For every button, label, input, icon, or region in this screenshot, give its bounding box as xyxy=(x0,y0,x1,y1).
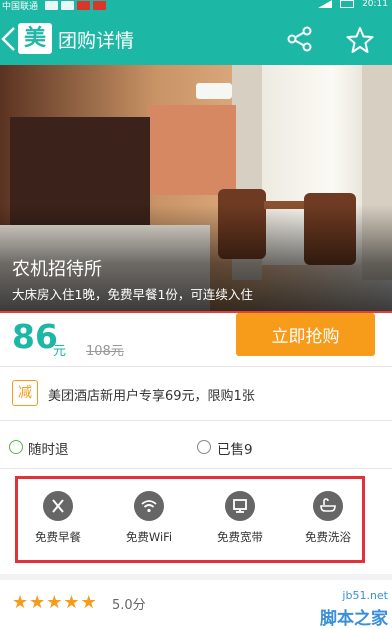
hotel-name: 农机招待所 xyxy=(12,259,102,280)
user-icon xyxy=(197,440,211,454)
status-right: 20:11 xyxy=(318,0,388,9)
notification-icons xyxy=(45,1,106,10)
divider xyxy=(0,468,392,469)
refund-policy: 随时退 xyxy=(28,442,69,458)
meituan-logo: 美 xyxy=(18,23,52,54)
amenity-label: 免费洗浴 xyxy=(305,530,351,544)
share-icon[interactable] xyxy=(287,26,313,52)
amenity-label: 免费宽带 xyxy=(217,530,263,544)
title-bar: 美 团购详情 xyxy=(0,12,392,65)
star-icon: ★ xyxy=(29,592,47,613)
star-icon: ★ xyxy=(80,592,98,613)
hotel-photo[interactable]: 农机招待所 大床房入住1晚，免费早餐1份，可连续入住 xyxy=(0,65,392,311)
notification-icon xyxy=(61,1,74,10)
favorite-star-icon[interactable] xyxy=(346,26,374,54)
amenity-label: 免费WiFi xyxy=(125,530,173,544)
amenity-label: 免费早餐 xyxy=(35,530,81,544)
monitor-icon xyxy=(233,499,247,513)
amenity-wifi: 免费WiFi xyxy=(113,491,185,545)
signal-icon xyxy=(318,0,333,8)
watermark-name: 脚本之家 xyxy=(320,609,388,629)
page-title: 团购详情 xyxy=(58,30,135,52)
amenity-bath: 免费洗浴 xyxy=(292,491,364,545)
battery-icon xyxy=(340,0,355,8)
star-icon: ★ xyxy=(46,592,64,613)
rating-score: 5.0分 xyxy=(112,598,146,613)
wifi-icon xyxy=(141,500,157,513)
bathtub-icon xyxy=(320,498,336,512)
utensils-icon xyxy=(52,499,64,513)
promo-text: 美团酒店新用户专享69元，限购1张 xyxy=(48,389,255,404)
divider xyxy=(0,420,392,421)
amenity-broadband: 免费宽带 xyxy=(204,491,276,545)
notification-icon xyxy=(45,1,58,10)
buy-now-button[interactable]: 立即抢购 xyxy=(236,313,375,356)
back-arrow-icon[interactable] xyxy=(0,26,18,52)
carrier-label: 中国联通 xyxy=(2,2,39,12)
original-price: 108元 xyxy=(86,344,124,359)
status-bar: 中国联通 20:11 xyxy=(0,0,392,12)
rating-stars: ★★★★★ xyxy=(12,592,98,613)
discount-badge: 减 xyxy=(12,380,38,406)
current-price: 86 xyxy=(12,317,58,356)
notification-icon xyxy=(77,1,90,10)
amenities-panel: 免费早餐 免费WiFi 免费宽带 免费洗浴 xyxy=(15,476,365,563)
notification-icon xyxy=(93,1,106,10)
star-icon: ★ xyxy=(12,592,30,613)
watermark-url: jb51.net xyxy=(342,589,388,602)
divider xyxy=(0,366,392,367)
price-unit: 元 xyxy=(53,344,67,359)
star-icon: ★ xyxy=(63,592,81,613)
amenity-breakfast: 免费早餐 xyxy=(22,491,94,545)
clock: 20:11 xyxy=(362,0,388,9)
section-separator xyxy=(0,574,392,580)
deal-description: 大床房入住1晚，免费早餐1份，可连续入住 xyxy=(12,287,253,302)
sold-count: 已售9 xyxy=(217,442,253,458)
refund-check-icon xyxy=(9,440,23,454)
